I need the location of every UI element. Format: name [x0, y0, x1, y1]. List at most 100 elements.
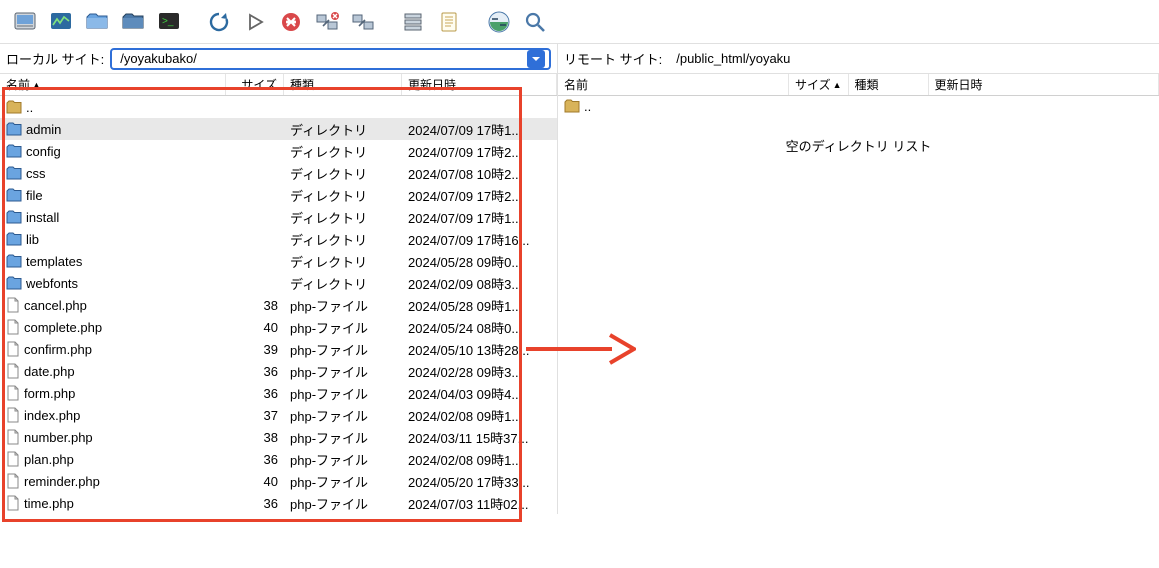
file-row[interactable]: webfontsディレクトリ2024/02/09 08時3...	[0, 272, 557, 294]
file-row[interactable]: reminder.php40php-ファイル2024/05/20 17時33..…	[0, 470, 557, 492]
col-size-label: サイズ	[795, 76, 831, 93]
file-name-cell: number.php	[0, 429, 226, 445]
file-row[interactable]: index.php37php-ファイル2024/02/08 09時1...	[0, 404, 557, 426]
file-row[interactable]: adminディレクトリ2024/07/09 17時1...	[0, 118, 557, 140]
queue-icon[interactable]	[396, 5, 430, 39]
file-type-cell: ディレクトリ	[284, 186, 402, 205]
remote-tree-icon[interactable]	[116, 5, 150, 39]
search-icon[interactable]	[518, 5, 552, 39]
file-size-cell: 40	[226, 474, 284, 489]
file-type-cell: php-ファイル	[284, 362, 402, 381]
file-icon	[6, 363, 20, 379]
folder-icon	[6, 188, 22, 202]
remote-column-header: 名前 サイズ ▲ 種類 更新日時	[558, 74, 1159, 96]
file-date-cell: 2024/02/08 09時1...	[402, 406, 557, 425]
sort-asc-icon: ▲	[32, 80, 41, 90]
folder-icon	[6, 144, 22, 158]
remote-pane: 名前 サイズ ▲ 種類 更新日時 .. 空のディレクトリ リスト	[558, 74, 1159, 514]
file-icon	[6, 385, 20, 401]
file-type-cell: ディレクトリ	[284, 274, 402, 293]
file-date-cell: 2024/05/20 17時33...	[402, 472, 557, 491]
file-name-cell: ..	[0, 100, 226, 115]
disconnect-icon[interactable]	[310, 5, 344, 39]
file-type-cell: ディレクトリ	[284, 252, 402, 271]
file-row[interactable]: templates ディレクトリ2024/05/28 09時0...	[0, 250, 557, 272]
run-icon[interactable]	[238, 5, 272, 39]
folder-icon	[6, 254, 22, 268]
terminal-icon[interactable]: >_	[152, 5, 186, 39]
reconnect-icon[interactable]	[346, 5, 380, 39]
file-name-cell: admin	[0, 122, 226, 137]
file-row[interactable]: libディレクトリ2024/07/09 17時16...	[0, 228, 557, 250]
col-name-label: 名前	[6, 76, 30, 93]
file-row[interactable]: number.php38php-ファイル2024/03/11 15時37...	[0, 426, 557, 448]
file-icon	[6, 297, 20, 313]
col-name[interactable]: 名前	[558, 74, 789, 95]
file-row[interactable]: fileディレクトリ2024/07/09 17時2...	[0, 184, 557, 206]
file-row[interactable]: configディレクトリ2024/07/09 17時2...	[0, 140, 557, 162]
log-icon[interactable]	[44, 5, 78, 39]
file-row[interactable]: confirm.php39php-ファイル2024/05/10 13時28...	[0, 338, 557, 360]
file-icon	[6, 341, 20, 357]
file-row[interactable]: complete.php40php-ファイル2024/05/24 08時0...	[0, 316, 557, 338]
file-size-cell: 40	[226, 320, 284, 335]
file-row[interactable]: plan.php36php-ファイル2024/02/08 09時1...	[0, 448, 557, 470]
col-name[interactable]: 名前 ▲	[0, 74, 226, 95]
refresh-icon[interactable]	[202, 5, 236, 39]
file-date-cell: 2024/05/28 09時0...	[402, 252, 557, 271]
folder-icon	[6, 122, 22, 136]
col-size[interactable]: サイズ ▲	[789, 74, 849, 95]
file-type-cell: ディレクトリ	[284, 142, 402, 161]
file-date-cell: 2024/05/28 09時1...	[402, 296, 557, 315]
file-type-cell: ディレクトリ	[284, 164, 402, 183]
parent-dir-row[interactable]: ..	[558, 96, 1159, 116]
local-file-list[interactable]: ..adminディレクトリ2024/07/09 17時1...configディレ…	[0, 96, 557, 514]
file-date-cell: 2024/03/11 15時37...	[402, 428, 557, 447]
col-type[interactable]: 種類	[284, 74, 402, 95]
chevron-down-icon[interactable]	[527, 50, 545, 68]
site-manager-icon[interactable]	[8, 5, 42, 39]
file-row[interactable]: cancel.php38php-ファイル2024/05/28 09時1...	[0, 294, 557, 316]
file-date-cell: 2024/02/28 09時3...	[402, 362, 557, 381]
local-path-value: /yoyakubako/	[120, 51, 197, 66]
col-size-label: サイズ	[241, 76, 277, 93]
file-size-cell: 38	[226, 298, 284, 313]
file-row[interactable]: installディレクトリ2024/07/09 17時1...	[0, 206, 557, 228]
col-type-label: 種類	[855, 76, 879, 93]
file-row[interactable]: date.php36php-ファイル2024/02/28 09時3...	[0, 360, 557, 382]
local-path-combo[interactable]: /yoyakubako/	[110, 48, 551, 70]
file-type-cell: ディレクトリ	[284, 230, 402, 249]
col-type[interactable]: 種類	[849, 74, 929, 95]
file-row[interactable]: cssディレクトリ2024/07/08 10時2...	[0, 162, 557, 184]
file-date-cell: 2024/07/09 17時2...	[402, 186, 557, 205]
file-type-cell: php-ファイル	[284, 472, 402, 491]
file-date-cell: 2024/07/09 17時16...	[402, 230, 557, 249]
compare-icon[interactable]	[482, 5, 516, 39]
col-date[interactable]: 更新日時	[402, 74, 557, 95]
col-date[interactable]: 更新日時	[929, 74, 1159, 95]
file-date-cell: 2024/04/03 09時4...	[402, 384, 557, 403]
file-size-cell: 36	[226, 386, 284, 401]
file-row[interactable]: time.php36php-ファイル2024/07/03 11時02...	[0, 492, 557, 514]
file-name-cell: templates	[0, 254, 226, 269]
col-size[interactable]: サイズ	[226, 74, 284, 95]
local-tree-icon[interactable]	[80, 5, 114, 39]
file-date-cell: 2024/05/24 08時0...	[402, 318, 557, 337]
filter-icon[interactable]	[432, 5, 466, 39]
file-type-cell: php-ファイル	[284, 428, 402, 447]
file-row[interactable]: ..	[0, 96, 557, 118]
remote-path-combo[interactable]: /public_html/yoyaku	[668, 48, 1153, 70]
file-type-cell: php-ファイル	[284, 384, 402, 403]
file-icon	[6, 429, 20, 445]
folder-icon	[6, 232, 22, 246]
col-type-label: 種類	[290, 76, 314, 93]
file-row[interactable]: form.php36php-ファイル2024/04/03 09時4...	[0, 382, 557, 404]
folder-icon	[564, 99, 580, 113]
folder-icon	[6, 100, 22, 114]
stop-icon[interactable]	[274, 5, 308, 39]
file-date-cell: 2024/02/09 08時3...	[402, 274, 557, 293]
file-type-cell: ディレクトリ	[284, 120, 402, 139]
file-icon	[6, 451, 20, 467]
file-name-cell: reminder.php	[0, 473, 226, 489]
file-name-cell: plan.php	[0, 451, 226, 467]
